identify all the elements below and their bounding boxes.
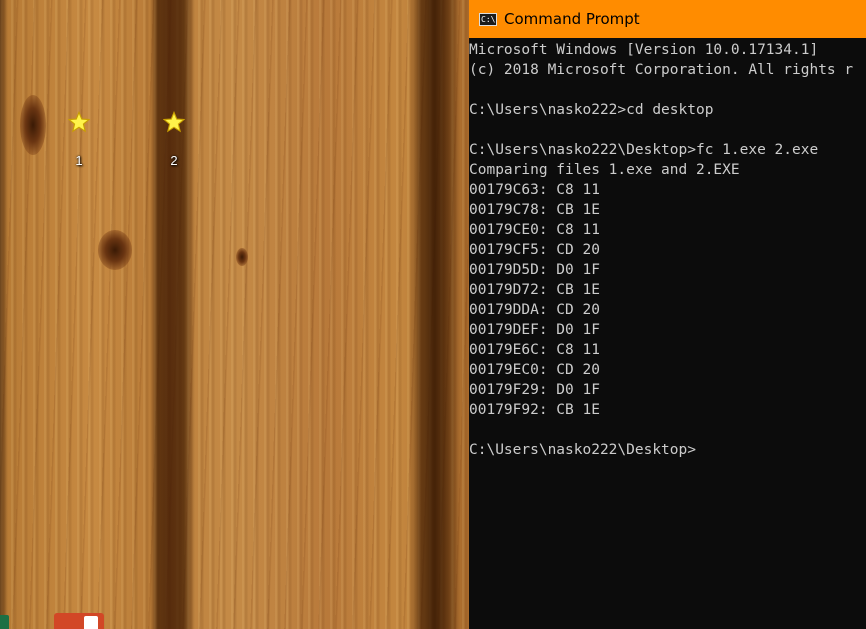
console-line: 00179DEF: D0 1F — [469, 322, 600, 338]
console-line: C:\Users\nasko222>cd desktop — [469, 102, 714, 118]
console-line: 00179F92: CB 1E — [469, 402, 600, 418]
cmd-titlebar[interactable]: C:\ Command Prompt — [469, 0, 866, 38]
wood-knot — [98, 230, 132, 270]
desktop-wallpaper: 1 2 — [0, 0, 469, 629]
excel-icon[interactable] — [0, 615, 9, 629]
console-line: C:\Users\nasko222\Desktop>fc 1.exe 2.exe — [469, 142, 819, 158]
console-line: 00179C78: CB 1E — [469, 202, 600, 218]
console-line: Microsoft Windows [Version 10.0.17134.1] — [469, 42, 819, 58]
window-title: Command Prompt — [504, 10, 640, 28]
desktop-icon-1[interactable]: 1 — [59, 110, 99, 168]
console-line: 00179DDA: CD 20 — [469, 302, 600, 318]
console-line: (c) 2018 Microsoft Corporation. All righ… — [469, 62, 854, 78]
console-line: 00179D72: CB 1E — [469, 282, 600, 298]
console-line: 00179EC0: CD 20 — [469, 362, 600, 378]
desktop-icon-label: 1 — [75, 153, 83, 168]
console-line: Comparing files 1.exe and 2.EXE — [469, 162, 740, 178]
wood-knot — [20, 95, 46, 155]
console-line: 00179C63: C8 11 — [469, 182, 600, 198]
console-line: C:\Users\nasko222\Desktop> — [469, 442, 696, 458]
star-icon — [67, 110, 91, 133]
cmd-app-icon: C:\ — [479, 12, 497, 26]
console-line: 00179CF5: CD 20 — [469, 242, 600, 258]
console-line: 00179D5D: D0 1F — [469, 262, 600, 278]
console-output[interactable]: Microsoft Windows [Version 10.0.17134.1]… — [469, 38, 866, 460]
console-line: 00179F29: D0 1F — [469, 382, 600, 398]
wood-knot — [236, 248, 248, 266]
desktop-icon-2[interactable]: 2 — [154, 110, 194, 168]
console-line: 00179E6C: C8 11 — [469, 342, 600, 358]
powerpoint-icon[interactable] — [54, 613, 104, 629]
desktop-icon-label: 2 — [170, 153, 178, 168]
console-line: 00179CE0: C8 11 — [469, 222, 600, 238]
command-prompt-window[interactable]: C:\ Command Prompt Microsoft Windows [Ve… — [469, 0, 866, 629]
star-icon — [162, 110, 186, 133]
